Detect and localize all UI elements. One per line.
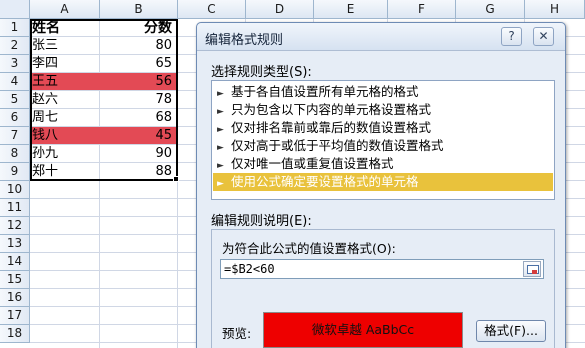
column-header[interactable]: E: [314, 0, 388, 19]
edit-formatting-rule-dialog: 编辑格式规则 ? ✕ 选择规则类型(S): ► 基于各自值设置所有单元格的格式 ► 只…: [196, 22, 566, 348]
fill-handle[interactable]: [173, 176, 179, 182]
rule-type-item[interactable]: ► 仅对唯一值或重复值设置格式: [213, 155, 553, 173]
rule-type-item[interactable]: ► 只为包含以下内容的单元格设置格式: [213, 101, 553, 119]
rule-type-item[interactable]: ► 仅对排名靠前或靠后的数值设置格式: [213, 119, 553, 137]
rule-type-list[interactable]: ► 基于各自值设置所有单元格的格式 ► 只为包含以下内容的单元格设置格式 ► 仅对排名靠前…: [211, 80, 555, 200]
row-header[interactable]: 2: [0, 37, 30, 55]
column-header[interactable]: C: [178, 0, 246, 19]
rule-type-label: 使用公式确定要设置格式的单元格: [231, 174, 419, 189]
preview-label: 预览:: [222, 326, 252, 341]
selection-border: [30, 19, 178, 181]
row-header[interactable]: 7: [0, 127, 30, 145]
row-header[interactable]: 3: [0, 55, 30, 73]
rule-type-label: 只为包含以下内容的单元格设置格式: [231, 102, 432, 117]
rule-description-group: 为符合此公式的值设置格式(O): =$B2<60 预览: 微软卓越 AaBbCc…: [211, 229, 555, 348]
row-header[interactable]: 5: [0, 91, 30, 109]
help-button[interactable]: ?: [501, 27, 522, 46]
row-header[interactable]: 8: [0, 145, 30, 163]
select-all-corner[interactable]: [0, 0, 30, 19]
row-header[interactable]: 4: [0, 73, 30, 91]
row-header[interactable]: 1: [0, 19, 30, 37]
collapse-dialog-icon[interactable]: [523, 261, 541, 277]
row-header[interactable]: 13: [0, 235, 30, 253]
format-button[interactable]: 格式(F)...: [476, 320, 546, 342]
triangle-bullet-icon: ►: [217, 179, 224, 189]
formula-input[interactable]: =$B2<60: [220, 259, 544, 279]
formula-label: 为符合此公式的值设置格式(O):: [222, 241, 396, 256]
column-header[interactable]: G: [456, 0, 525, 19]
row-header[interactable]: 11: [0, 199, 30, 217]
rule-type-label: 仅对高于或低于平均值的数值设置格式: [231, 138, 444, 153]
rule-type-label: 仅对排名靠前或靠后的数值设置格式: [231, 120, 432, 135]
column-header[interactable]: B: [100, 0, 178, 19]
column-header[interactable]: H: [525, 0, 585, 19]
row-header[interactable]: 15: [0, 271, 30, 289]
rule-type-item[interactable]: ► 基于各自值设置所有单元格的格式: [213, 83, 553, 101]
rule-type-label: 选择规则类型(S):: [211, 65, 312, 80]
row-header[interactable]: 16: [0, 289, 30, 307]
column-header[interactable]: F: [388, 0, 456, 19]
close-button[interactable]: ✕: [533, 27, 554, 46]
row-header[interactable]: 10: [0, 181, 30, 199]
row-header[interactable]: 12: [0, 217, 30, 235]
formula-value: =$B2<60: [224, 262, 275, 276]
rule-type-label: 仅对唯一值或重复值设置格式: [231, 156, 394, 171]
format-preview: 微软卓越 AaBbCc: [263, 312, 463, 348]
row-header[interactable]: 18: [0, 325, 30, 343]
rule-description-label: 编辑规则说明(E):: [211, 214, 312, 229]
row-header[interactable]: 9: [0, 163, 30, 181]
column-header[interactable]: D: [246, 0, 314, 19]
dialog-titlebar[interactable]: 编辑格式规则 ? ✕: [197, 23, 565, 51]
row-header[interactable]: 14: [0, 253, 30, 271]
row-header[interactable]: 17: [0, 307, 30, 325]
row-header[interactable]: 6: [0, 109, 30, 127]
dialog-title: 编辑格式规则: [205, 33, 284, 48]
rule-type-label: 基于各自值设置所有单元格的格式: [231, 84, 419, 99]
rule-type-item[interactable]: ► 仅对高于或低于平均值的数值设置格式: [213, 137, 553, 155]
rule-type-item[interactable]: ► 使用公式确定要设置格式的单元格: [213, 173, 553, 191]
column-header[interactable]: A: [30, 0, 100, 19]
